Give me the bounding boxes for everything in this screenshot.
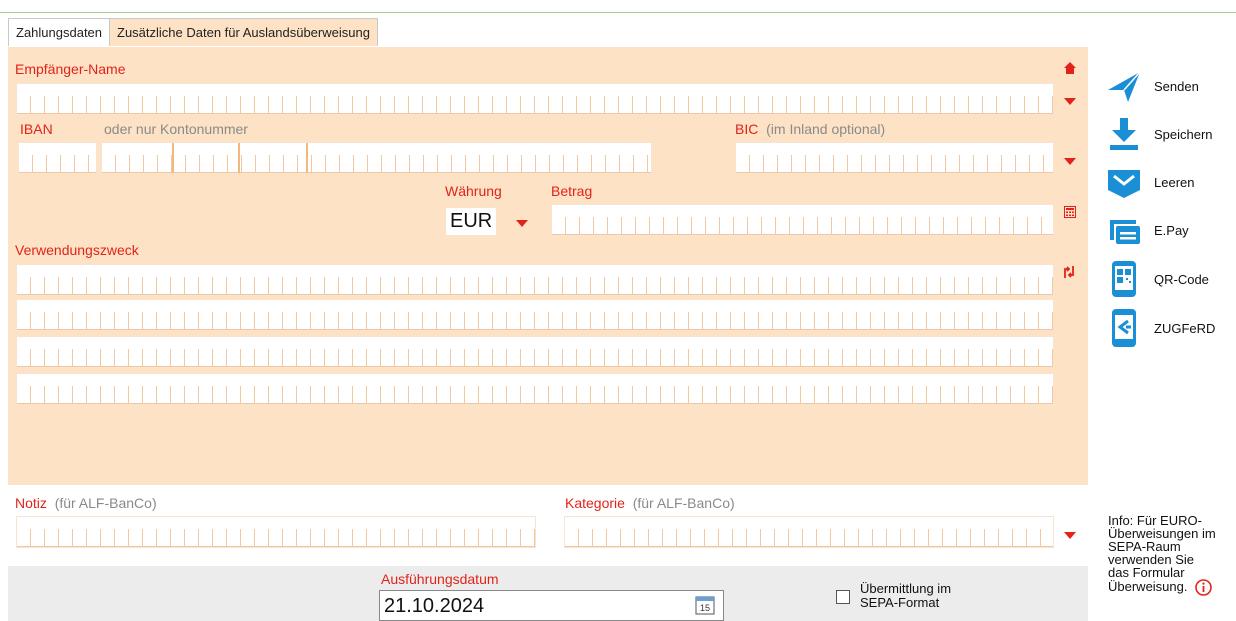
qr-phone-icon	[1112, 261, 1136, 297]
sepa-info-text: Info: Für EURO- Überweisungen im SEPA-Ra…	[1108, 514, 1234, 596]
sepa-format-label-line-1: Übermittlung im	[860, 581, 952, 596]
calculator-icon[interactable]	[1064, 206, 1076, 218]
info-line: Überweisung.	[1108, 578, 1188, 594]
recipient-label: Empfänger-Name	[15, 61, 126, 77]
send-button-label: Senden	[1154, 78, 1199, 94]
category-dropdown-icon[interactable]	[1064, 532, 1076, 539]
clear-icon	[1108, 170, 1140, 198]
currency-select[interactable]: EUR	[446, 208, 497, 235]
qr-code-button-label: QR-Code	[1154, 271, 1209, 287]
epay-button-label: E.Pay	[1154, 222, 1189, 238]
clear-button[interactable]: Leeren	[1106, 164, 1194, 200]
iban-country-input[interactable]	[18, 142, 97, 174]
epay-icon	[1110, 220, 1140, 244]
execution-date-field[interactable]: 21.10.2024 15	[379, 590, 724, 621]
info-icon[interactable]	[1195, 579, 1212, 596]
recipient-dropdown-icon[interactable]	[1064, 98, 1076, 105]
save-button-label: Speichern	[1154, 126, 1213, 142]
note-label: Notiz (für ALF-BanCo)	[15, 495, 157, 511]
iban-group-separator	[102, 143, 308, 173]
send-button[interactable]: Senden	[1106, 68, 1199, 104]
bic-input[interactable]	[735, 142, 1054, 174]
note-hint: (für ALF-BanCo)	[54, 495, 157, 511]
clear-button-label: Leeren	[1154, 174, 1195, 190]
iban-label: IBAN	[20, 121, 53, 137]
currency-dropdown-icon[interactable]	[516, 220, 528, 227]
download-icon	[1110, 118, 1138, 150]
amount-input[interactable]	[551, 204, 1054, 236]
zugferd-button[interactable]: ZUGFeRD	[1106, 308, 1215, 348]
note-input[interactable]	[16, 516, 536, 548]
info-line: das Formular	[1108, 565, 1185, 580]
save-button[interactable]: Speichern	[1106, 116, 1213, 152]
epay-button[interactable]: E.Pay	[1106, 212, 1189, 248]
category-label: Kategorie (für ALF-BanCo)	[565, 495, 735, 511]
zugferd-phone-icon	[1112, 309, 1136, 347]
iban-alt-label: oder nur Kontonummer	[104, 121, 248, 137]
tab-auslandsueberweisung[interactable]: Zusätzliche Daten für Auslandsüberweisun…	[109, 18, 378, 46]
zugferd-button-label: ZUGFeRD	[1154, 320, 1216, 336]
purpose-line-1-input[interactable]	[16, 264, 1054, 296]
home-icon[interactable]	[1064, 62, 1076, 74]
iban-input[interactable]	[101, 142, 652, 174]
tab-zahlungsdaten[interactable]: Zahlungsdaten	[8, 18, 111, 46]
recipient-name-input[interactable]	[16, 83, 1054, 115]
purpose-line-4-input[interactable]	[16, 373, 1054, 405]
amount-label: Betrag	[551, 183, 593, 199]
note-label-text: Notiz	[15, 495, 47, 511]
calendar-day: 15	[700, 603, 710, 613]
purpose-line-2-input[interactable]	[16, 299, 1054, 331]
bic-hint: (im Inland optional)	[766, 121, 886, 137]
category-hint: (für ALF-BanCo)	[632, 495, 735, 511]
purpose-line-3-input[interactable]	[16, 336, 1054, 368]
category-label-text: Kategorie	[565, 495, 625, 511]
category-input[interactable]	[564, 516, 1054, 548]
send-icon	[1108, 71, 1141, 102]
calendar-icon[interactable]: 15	[695, 595, 715, 615]
bic-label: BIC (im Inland optional)	[735, 121, 885, 137]
currency-label: Währung	[445, 183, 502, 199]
top-divider	[0, 12, 1236, 13]
qr-code-button[interactable]: QR-Code	[1106, 260, 1209, 298]
sepa-format-label: Übermittlung im SEPA-Format	[860, 582, 951, 610]
tab-bar: Zahlungsdaten Zusätzliche Daten für Ausl…	[8, 18, 378, 46]
sepa-format-checkbox[interactable]	[836, 590, 850, 604]
purpose-label: Verwendungszweck	[15, 242, 139, 258]
sepa-format-label-line-2: SEPA-Format	[860, 595, 940, 610]
bic-dropdown-icon[interactable]	[1064, 158, 1076, 165]
bic-label-text: BIC	[735, 121, 759, 137]
execution-date-label: Ausführungsdatum	[381, 571, 499, 587]
execution-date-value: 21.10.2024	[384, 595, 485, 617]
swap-lines-icon[interactable]	[1062, 265, 1076, 279]
